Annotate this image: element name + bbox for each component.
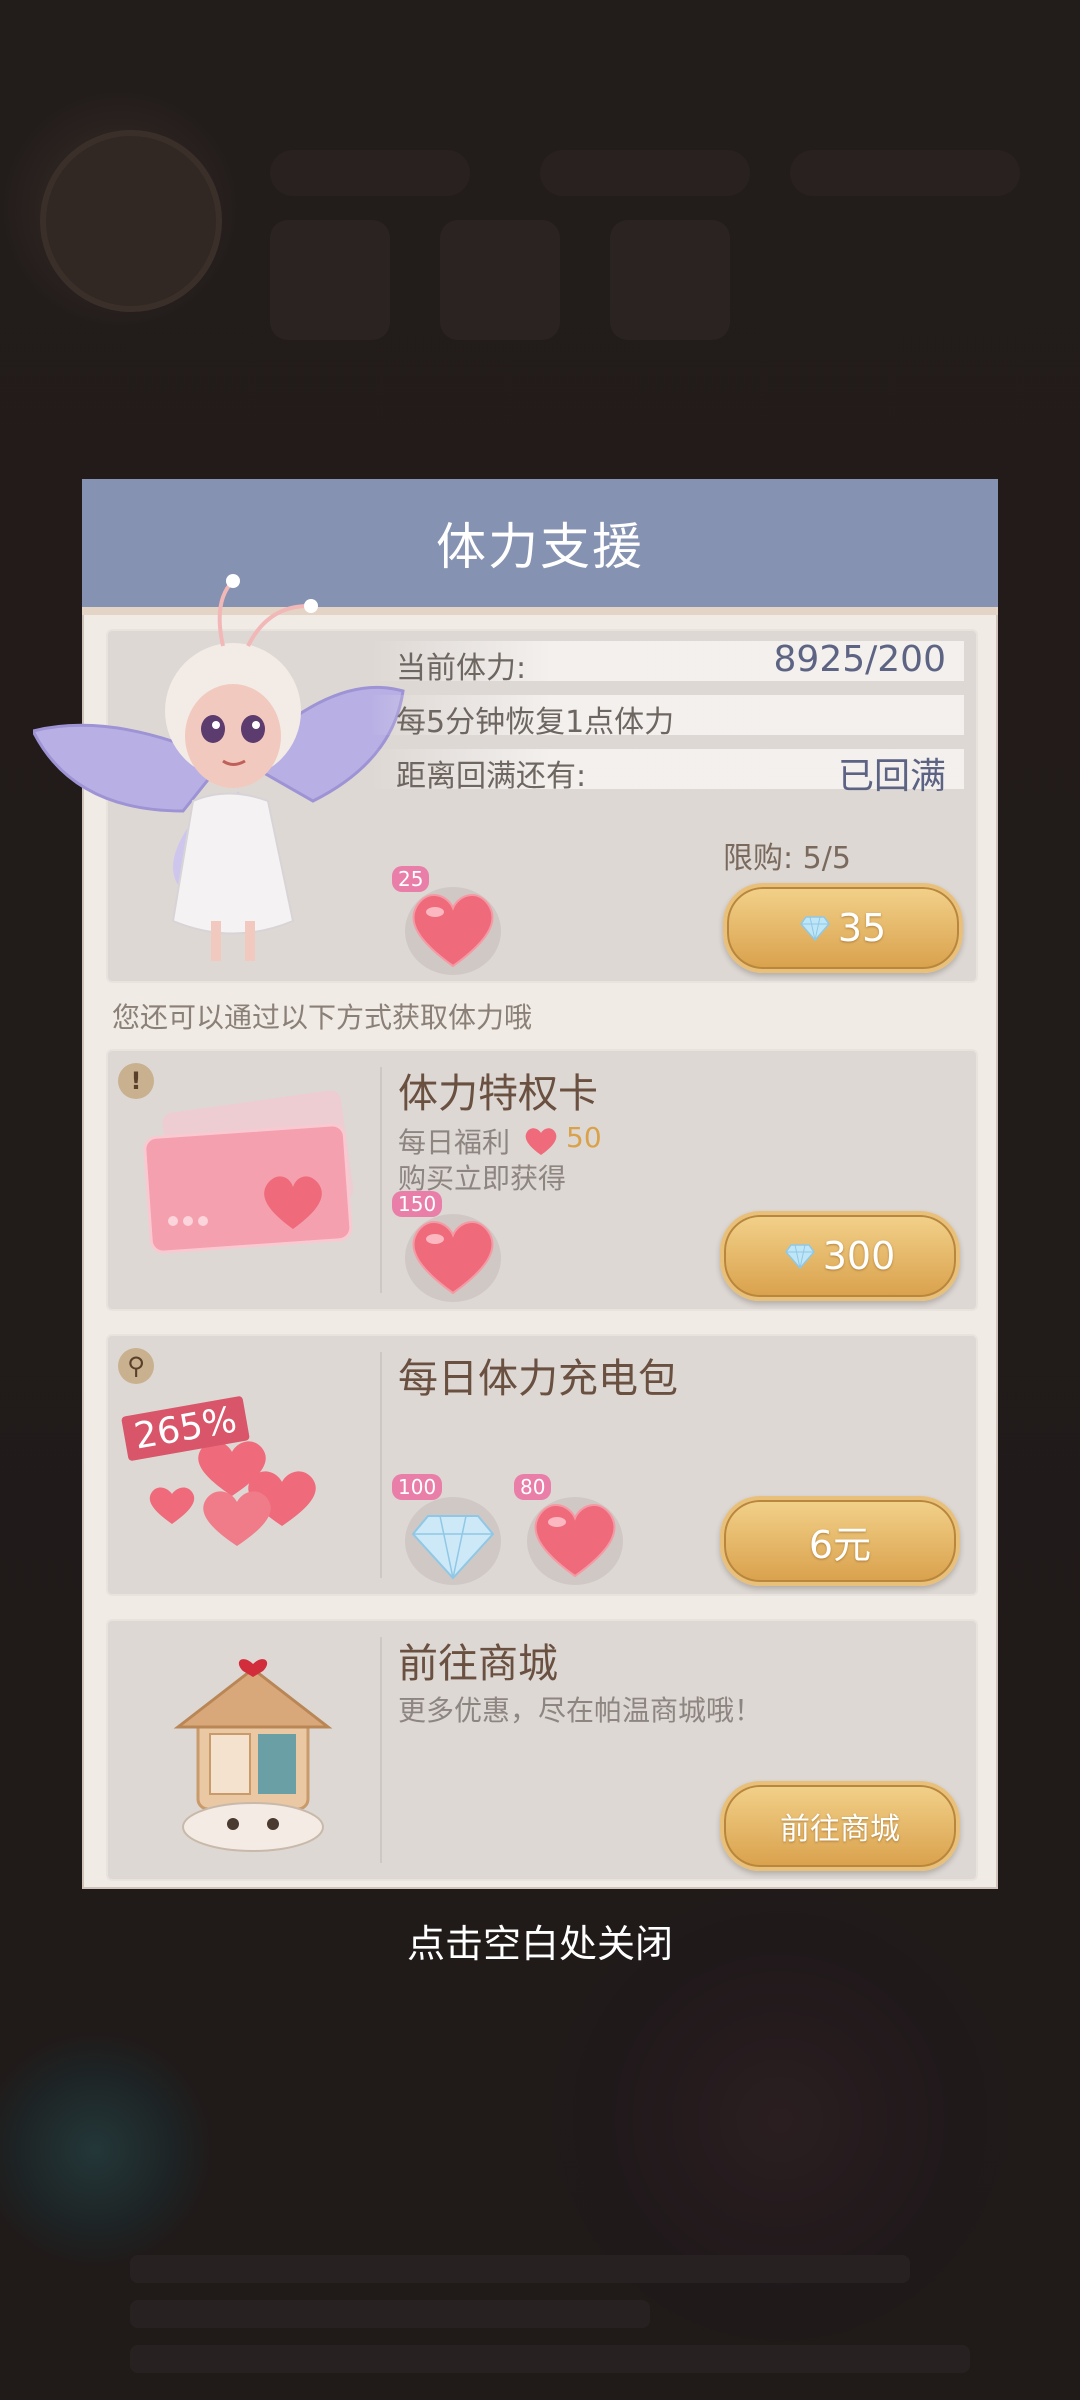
diamond-icon [405, 1497, 501, 1585]
shop-sub: 更多优惠，尽在帕温商城哦！ [398, 1694, 763, 1727]
heart-count-badge: 80 [514, 1474, 552, 1500]
close-hint: 点击空白处关闭 [406, 1922, 673, 1966]
go-to-shop-label: 前往商城 [780, 1812, 900, 1847]
diamond-icon [784, 1244, 815, 1269]
buy-privilege-card-button[interactable]: 300 [720, 1211, 960, 1301]
stamina-panel: 当前体力: 8925/200 每5分钟恢复1点体力 距离回满还有: 已回满 限购… [33, 574, 978, 983]
stamina-support-dialog: 体力支援 当前体力: 8925/200 每5分钟恢复1点体力 距离回满还有: 已… [33, 479, 998, 1889]
privilege-card-icon [143, 1091, 354, 1254]
daily-benefit-value: 50 [566, 1121, 602, 1154]
heart-count-badge: 25 [392, 866, 430, 892]
shop-house-icon [173, 1659, 333, 1852]
heart-icon [525, 1128, 557, 1155]
daily-pack-price: 6元 [808, 1522, 872, 1567]
more-ways-hint: 您还可以通过以下方式获取体力哦 [112, 1001, 533, 1034]
daily-pack-panel: ⚲ 265% 每日体力充电包 100 80 6元 [106, 1334, 978, 1596]
diamond-reward: 100 [392, 1474, 508, 1586]
full-time-value: 已回满 [837, 756, 946, 797]
heart-reward: 80 [514, 1474, 630, 1586]
buy-stamina-button[interactable]: 35 [723, 883, 963, 973]
current-stamina-value: 8925/200 [773, 639, 946, 680]
current-stamina-label: 当前体力: [396, 651, 527, 686]
shop-panel: 前往商城 更多优惠，尽在帕温商城哦！ 前往商城 [106, 1619, 978, 1881]
privilege-card-panel: ! 体力特权卡 每日福利 50 购买立即获得 150 300 [106, 1049, 978, 1311]
privilege-reward: 150 [392, 1191, 508, 1303]
purchase-limit: 限购: 5/5 [723, 841, 851, 876]
privilege-card-price: 300 [822, 1234, 896, 1278]
shop-title: 前往商城 [398, 1641, 558, 1687]
buy-stamina-price: 35 [837, 906, 887, 950]
heart-count-badge: 150 [392, 1191, 443, 1217]
daily-benefit-label: 每日福利 [398, 1126, 511, 1159]
privilege-card-title: 体力特权卡 [398, 1071, 598, 1117]
heart-icon [405, 1214, 501, 1302]
full-time-label: 距离回满还有: [396, 759, 587, 794]
stamina-reward: 25 [392, 866, 508, 976]
buy-daily-pack-button[interactable]: 6元 [720, 1496, 960, 1586]
go-to-shop-button[interactable]: 前往商城 [720, 1781, 960, 1871]
diamond-count-badge: 100 [392, 1474, 443, 1500]
diamond-icon [799, 916, 830, 941]
heart-icon [527, 1497, 623, 1585]
recover-rate-text: 每5分钟恢复1点体力 [396, 705, 675, 740]
daily-pack-title: 每日体力充电包 [398, 1356, 678, 1402]
